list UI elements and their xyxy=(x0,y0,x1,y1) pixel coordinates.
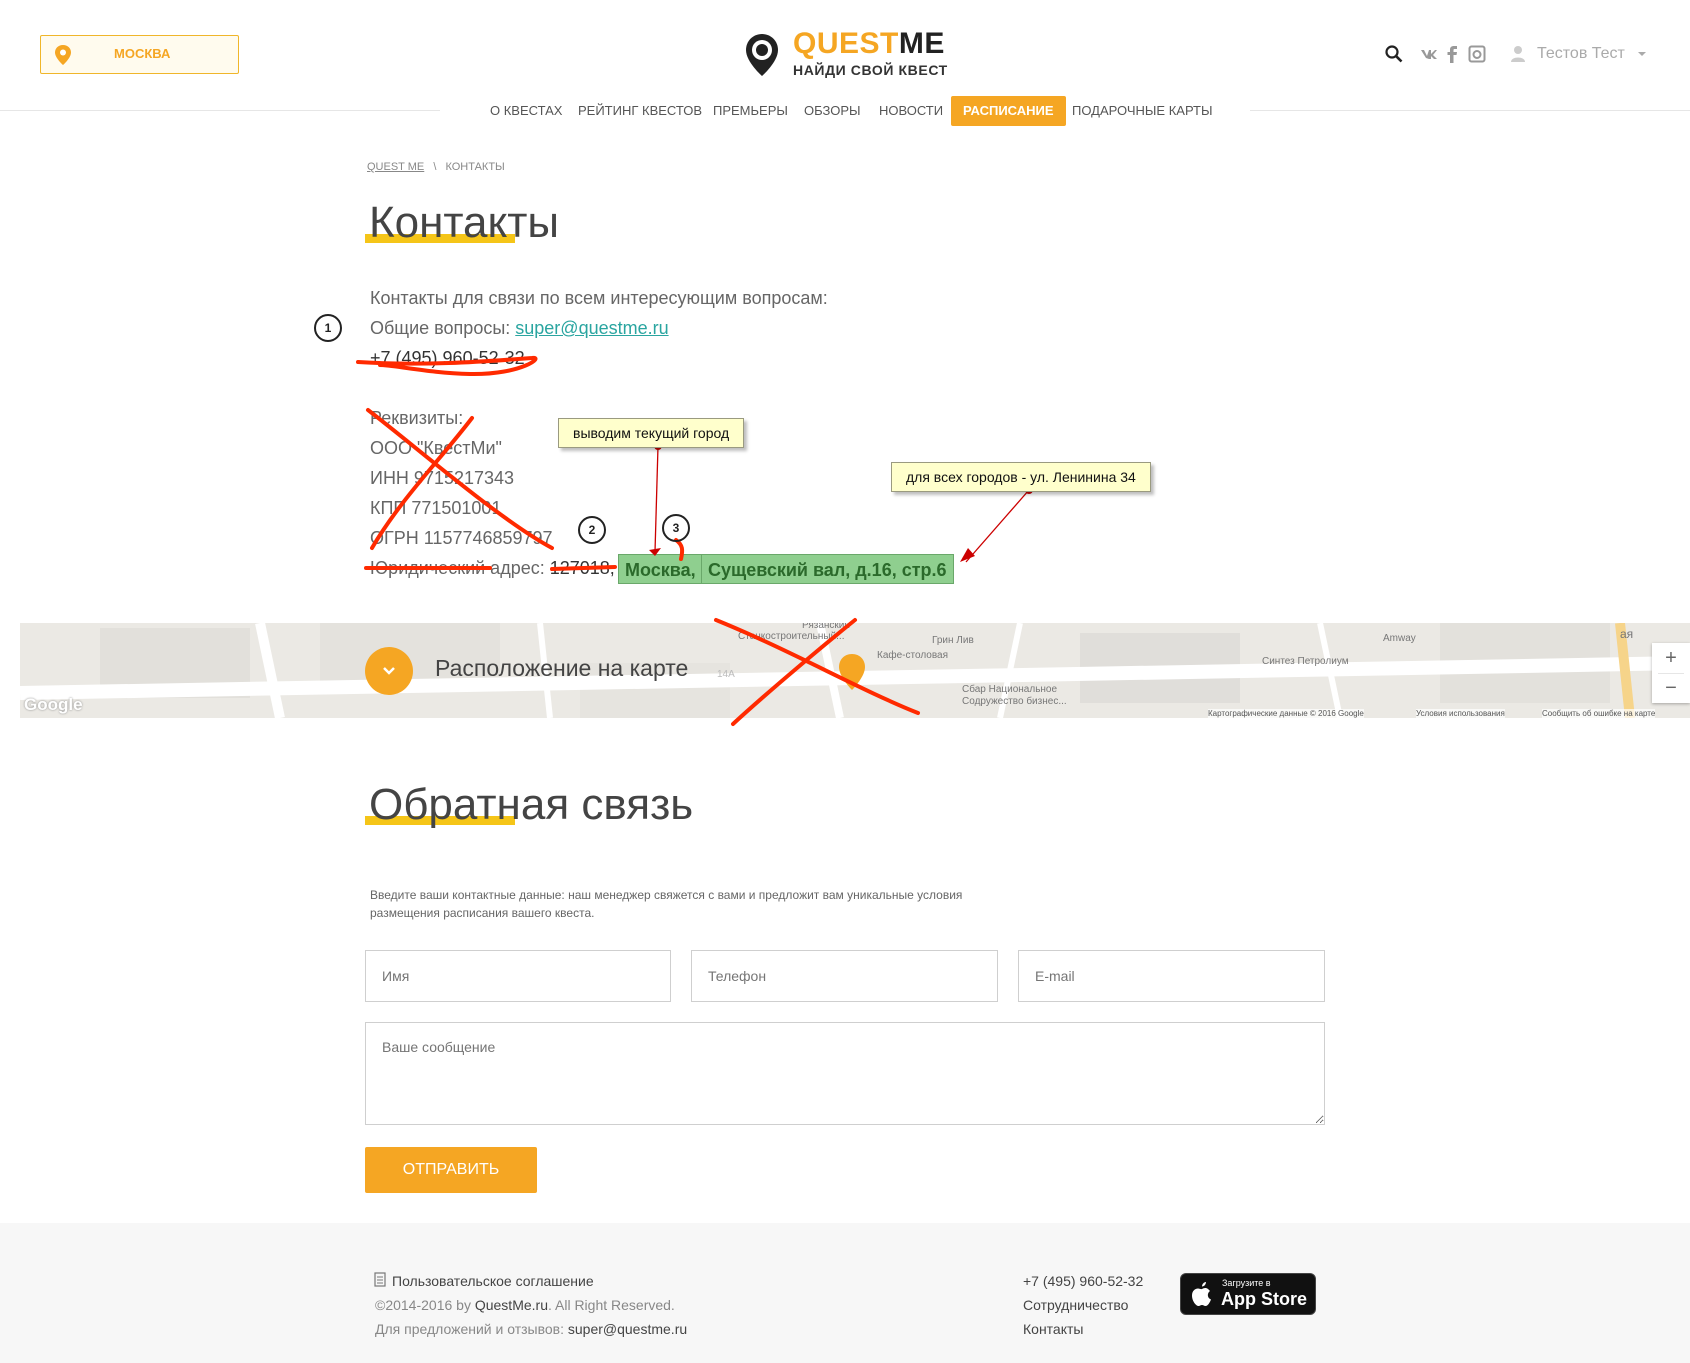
annotation-note-all-cities: для всех городов - ул. Ленинина 34 xyxy=(891,462,1151,492)
map-place: ая xyxy=(1620,627,1634,641)
map-label[interactable]: Расположение на карте xyxy=(435,655,688,682)
user-icon[interactable] xyxy=(1510,45,1526,63)
requisites-ogrn: ОГРН 1157746859797 xyxy=(370,528,553,548)
logo-me: ME xyxy=(898,27,945,60)
breadcrumb-home[interactable]: QUEST ME xyxy=(367,161,424,173)
copyright-prefix: ©2014-2016 by xyxy=(375,1297,475,1313)
contact-phone: +7 (495) 960-52-32 xyxy=(370,348,525,368)
footer-feedback-email[interactable]: super@questme.ru xyxy=(568,1321,687,1337)
nav-item-reviews[interactable]: ОБЗОРЫ xyxy=(804,96,861,126)
document-icon xyxy=(374,1272,386,1287)
annotation-marker-1: 1 xyxy=(314,314,342,342)
map-report-link[interactable]: Сообщить об ошибке на карте xyxy=(1542,709,1656,718)
footer-feedback-label: Для предложений и отзывов: xyxy=(375,1321,568,1337)
instagram-icon[interactable] xyxy=(1468,45,1486,63)
requisites-kpp: КПП 771501001 xyxy=(370,498,502,518)
map-place: Кафе-столовая xyxy=(877,650,949,661)
legal-address-label: Юридический адрес: 127018, xyxy=(370,558,615,579)
vk-icon[interactable] xyxy=(1420,45,1438,63)
nav-item-rating[interactable]: РЕЙТИНГ КВЕСТОВ xyxy=(578,96,702,126)
message-textarea[interactable] xyxy=(365,1022,1325,1125)
map-toggle-button[interactable] xyxy=(365,647,413,695)
search-icon[interactable] xyxy=(1385,45,1403,63)
copyright: ©2014-2016 by QuestMe.ru. All Right Rese… xyxy=(375,1297,675,1313)
appstore-big-text: App Store xyxy=(1221,1289,1308,1309)
address-zip: 127018, xyxy=(549,558,615,578)
map-place: Станкостроительный... xyxy=(738,631,845,642)
breadcrumb: QUEST ME \ КОНТАКТЫ xyxy=(367,161,505,173)
name-input[interactable] xyxy=(365,950,671,1002)
address-label: Юридический адрес: xyxy=(370,558,550,578)
nav-item-news[interactable]: НОВОСТИ xyxy=(879,96,943,126)
nav-item-gift-cards[interactable]: ПОДАРОЧНЫЕ КАРТЫ xyxy=(1072,96,1212,126)
page-title: Контакты xyxy=(369,198,560,247)
nav-item-premieres[interactable]: ПРЕМЬЕРЫ xyxy=(713,96,788,126)
map-marker-icon[interactable] xyxy=(838,653,866,691)
annotation-note-current-city: выводим текущий город xyxy=(558,418,745,448)
requisites-label: Реквизиты: xyxy=(370,408,464,428)
map-place: Amway xyxy=(1383,633,1416,644)
map-place: Рязанский xyxy=(802,623,850,631)
submit-button[interactable]: ОТПРАВИТЬ xyxy=(365,1147,537,1193)
facebook-icon[interactable] xyxy=(1446,45,1458,63)
copyright-site-link[interactable]: QuestMe.ru xyxy=(475,1297,548,1313)
map-place: Синтез Петролиум xyxy=(1262,656,1349,667)
logo-wordmark[interactable]: QUESTME xyxy=(793,28,945,60)
nav-item-schedule[interactable]: РАСПИСАНИЕ xyxy=(951,96,1066,126)
logo-tagline: НАЙДИ СВОЙ КВЕСТ xyxy=(793,62,948,78)
footer-feedback: Для предложений и отзывов: super@questme… xyxy=(375,1321,687,1337)
address-city: Москва, xyxy=(618,554,703,584)
logo-quest: QUEST xyxy=(793,27,899,60)
map-terms-link[interactable]: Условия использования xyxy=(1416,709,1505,718)
appstore-badge[interactable]: Загрузите в App Store xyxy=(1180,1273,1316,1315)
agreement-link[interactable]: Пользовательское соглашение xyxy=(392,1273,594,1289)
general-label: Общие вопросы: xyxy=(370,318,516,338)
footer xyxy=(0,1223,1690,1363)
map-place: Сбар Национальное xyxy=(962,684,1058,695)
logo-icon xyxy=(746,34,778,76)
annotation-marker-2: 2 xyxy=(578,516,606,544)
copyright-suffix: . All Right Reserved. xyxy=(547,1297,675,1313)
phone-input[interactable] xyxy=(691,950,998,1002)
apple-icon xyxy=(1192,1282,1211,1306)
map-strip[interactable]: Рязанский Станкостроительный... Грин Лив… xyxy=(20,623,1690,718)
main-nav: О КВЕСТАХ РЕЙТИНГ КВЕСТОВ ПРЕМЬЕРЫ ОБЗОР… xyxy=(0,96,1690,126)
caret-down-icon[interactable] xyxy=(1638,51,1646,57)
city-selector[interactable]: МОСКВА xyxy=(40,35,239,74)
breadcrumb-current: КОНТАКТЫ xyxy=(445,161,505,173)
address-street: Сущевский вал, д.16, стр.6 xyxy=(701,554,954,584)
chevron-down-icon xyxy=(383,667,395,675)
feedback-note: Введите ваши контактные данные: наш мене… xyxy=(370,888,963,920)
user-name[interactable]: Тестов Тест xyxy=(1537,45,1625,63)
general-questions: Общие вопросы: super@questme.ru xyxy=(370,318,669,339)
breadcrumb-separator: \ xyxy=(433,161,437,173)
google-logo: Google xyxy=(24,695,83,714)
email-input[interactable] xyxy=(1018,950,1325,1002)
map-zoom-control: + − xyxy=(1652,643,1690,703)
appstore-small-text: Загрузите в xyxy=(1222,1278,1271,1288)
general-email-link[interactable]: super@questme.ru xyxy=(515,318,668,338)
map-attribution: Картографические данные © 2016 Google xyxy=(1208,709,1364,718)
zoom-in-button[interactable]: + xyxy=(1652,643,1690,673)
location-pin-icon xyxy=(55,45,71,65)
footer-cooperation-link[interactable]: Сотрудничество xyxy=(1023,1297,1128,1313)
nav-item-about[interactable]: О КВЕСТАХ xyxy=(490,96,562,126)
map-place: 14А xyxy=(717,669,735,680)
map-place: Грин Лив xyxy=(932,635,974,646)
footer-contacts-link[interactable]: Контакты xyxy=(1023,1321,1083,1337)
requisites-inn: ИНН 9715217343 xyxy=(370,468,515,488)
city-name: МОСКВА xyxy=(114,46,171,61)
annotation-marker-3: 3 xyxy=(662,514,690,542)
zoom-out-button[interactable]: − xyxy=(1652,673,1690,703)
contacts-intro: Контакты для связи по всем интересующим … xyxy=(370,288,828,308)
footer-phone: +7 (495) 960-52-32 xyxy=(1023,1273,1144,1289)
requisites-company: ООО "КвестМи" xyxy=(370,438,502,458)
map-place: Содружество бизнес... xyxy=(962,696,1067,707)
feedback-title: Обратная связь xyxy=(369,780,694,829)
